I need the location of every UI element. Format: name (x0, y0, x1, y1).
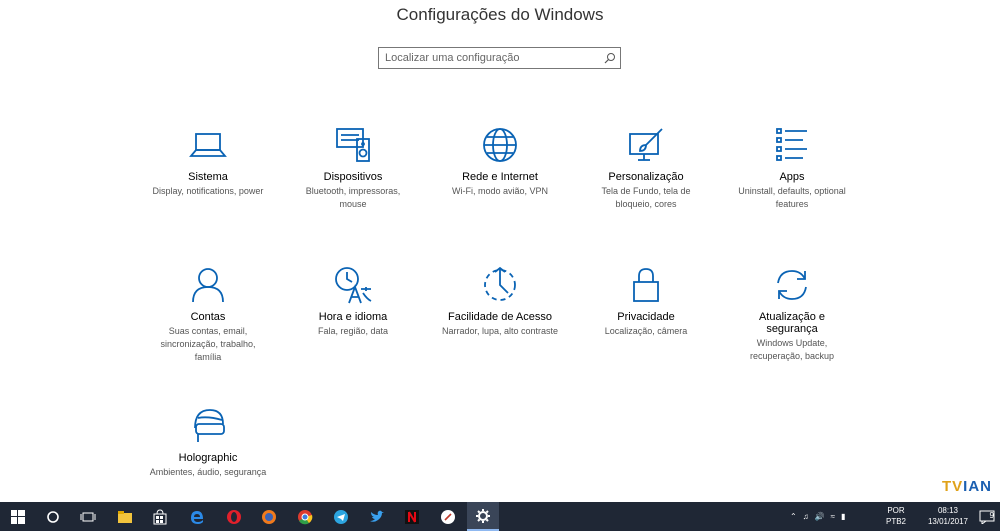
tile-name: Holographic (178, 452, 238, 464)
tile-desc: Localização, câmera (604, 326, 688, 336)
twitter-bird-icon (370, 510, 384, 522)
tile-name: Hora e idioma (318, 311, 388, 323)
tile-name: Atualização e segurança (758, 311, 826, 335)
tile-personalizacao[interactable]: Personalização Tela de Fundo, tela de bl… (586, 125, 706, 211)
list-icon (772, 125, 812, 165)
tile-rede-internet[interactable]: Rede e Internet Wi-Fi, modo avião, VPN (440, 125, 560, 198)
notification-count: 9 (989, 511, 994, 520)
tile-hora-idioma[interactable]: Hora e idioma Fala, região, data (293, 265, 413, 338)
store-bag-icon (153, 508, 167, 524)
tile-desc: Windows Update, recuperação, backup (749, 338, 835, 361)
cortana-circle-icon (47, 510, 59, 523)
tile-name: Rede e Internet (462, 171, 538, 183)
tile-desc: Uninstall, defaults, optional features (738, 186, 846, 209)
search-taskbar-button[interactable] (37, 502, 69, 531)
chevron-up-icon[interactable]: ⌃ (790, 512, 797, 521)
clock-language-icon (333, 265, 373, 305)
tile-desc: Ambientes, áudio, segurança (149, 467, 267, 477)
netflix-button[interactable] (396, 502, 428, 531)
tile-dispositivos[interactable]: Dispositivos Bluetooth, impressoras, mou… (293, 125, 413, 211)
tile-name: Sistema (188, 171, 228, 183)
telegram-button[interactable] (325, 502, 357, 531)
tile-privacidade[interactable]: Privacidade Localização, câmera (586, 265, 706, 338)
tile-desc: Tela de Fundo, tela de bloqueio, cores (601, 186, 691, 209)
tile-desc: Bluetooth, impressoras, mouse (305, 186, 401, 209)
search-input[interactable] (385, 50, 595, 66)
firefox-button[interactable] (253, 502, 285, 531)
compass-icon (441, 509, 455, 524)
tile-name: Dispositivos (323, 171, 383, 183)
globe-icon (480, 125, 520, 165)
tile-holographic[interactable]: Holographic Ambientes, áudio, segurança (148, 406, 268, 479)
speaker-icon[interactable]: ♫ (803, 512, 809, 521)
system-tray: ⌃ ♫ 🔊 ≈ ▮ (790, 502, 882, 531)
person-icon (188, 265, 228, 305)
task-view-button[interactable] (72, 502, 104, 531)
clock[interactable]: 08:13 13/01/2017 (926, 505, 970, 527)
sync-icon (772, 265, 812, 305)
app-circle-button[interactable] (432, 502, 464, 531)
tile-name: Privacidade (617, 311, 675, 323)
tile-desc: Wi-Fi, modo avião, VPN (451, 186, 549, 196)
tile-atualizacao-seguranca[interactable]: Atualização e segurança Windows Update, … (732, 265, 852, 363)
netflix-icon (405, 509, 419, 524)
task-view-icon (80, 512, 96, 521)
ease-of-access-icon (480, 265, 520, 305)
store-button[interactable] (144, 502, 176, 531)
edge-icon (191, 510, 203, 524)
tile-contas[interactable]: Contas Suas contas, email, sincronização… (148, 265, 268, 364)
paint-brush-icon (626, 125, 666, 165)
tile-desc: Fala, região, data (317, 326, 389, 336)
folder-icon (118, 510, 132, 523)
chrome-button[interactable] (289, 502, 321, 531)
tile-facilidade-acesso[interactable]: Facilidade de Acesso Narrador, lupa, alt… (440, 265, 560, 338)
taskbar: ⌃ ♫ 🔊 ≈ ▮ POR PTB2 08:13 13/01/2017 9 (0, 502, 1000, 531)
network-icon[interactable]: ≈ (831, 512, 835, 521)
tile-name: Personalização (608, 171, 684, 183)
tile-apps[interactable]: Apps Uninstall, defaults, optional featu… (732, 125, 852, 211)
windows-logo-icon (11, 509, 25, 524)
action-center-button[interactable]: 9 (974, 502, 1000, 531)
keyboard-speaker-icon (333, 125, 373, 165)
start-button[interactable] (2, 502, 34, 531)
tile-sistema[interactable]: Sistema Display, notifications, power (148, 125, 268, 198)
telegram-icon (334, 509, 348, 524)
opera-button[interactable] (218, 502, 250, 531)
page-title: Configurações do Windows (396, 5, 604, 24)
tile-name: Apps (779, 171, 805, 183)
search-icon[interactable] (604, 52, 616, 64)
volume-icon[interactable]: 🔊 (815, 512, 825, 521)
watermark-logo: TVIAN (941, 478, 992, 495)
laptop-icon (188, 125, 228, 165)
tile-desc: Suas contas, email, sincronização, traba… (160, 326, 256, 362)
headset-icon (188, 406, 228, 446)
twitter-button[interactable] (361, 502, 393, 531)
firefox-icon (262, 509, 276, 524)
file-explorer-button[interactable] (109, 502, 141, 531)
language-indicator[interactable]: POR PTB2 (884, 505, 908, 527)
gear-icon (476, 508, 490, 523)
chrome-icon (298, 509, 313, 524)
tile-desc: Narrador, lupa, alto contraste (441, 326, 559, 336)
battery-icon[interactable]: ▮ (841, 512, 845, 521)
search-box[interactable] (378, 47, 621, 69)
settings-taskbar-button[interactable] (467, 502, 499, 531)
tile-desc: Display, notifications, power (152, 186, 264, 196)
lock-icon (626, 265, 666, 305)
edge-button[interactable] (181, 502, 213, 531)
tile-name: Contas (190, 311, 226, 323)
opera-icon (227, 509, 241, 524)
tile-name: Facilidade de Acesso (448, 311, 552, 323)
